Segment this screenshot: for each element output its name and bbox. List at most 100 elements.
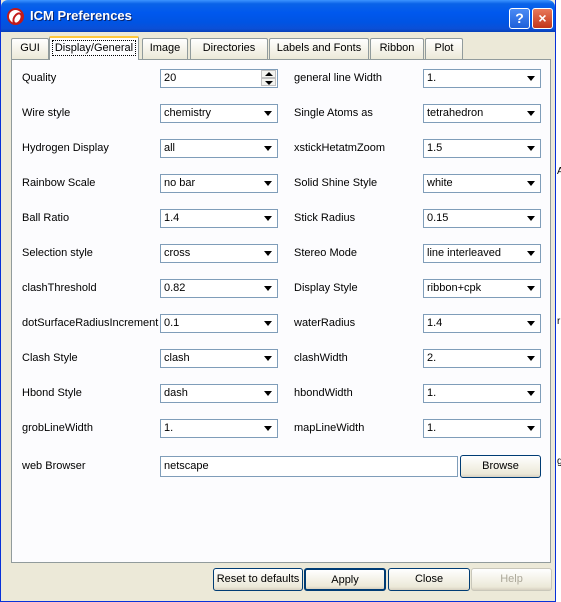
hbond-style-select[interactable]: dash	[160, 384, 278, 403]
hbond-width-value: 1.	[427, 387, 437, 399]
rainbow-scale-select[interactable]: no bar	[160, 174, 278, 193]
stick-radius-label: Stick Radius	[294, 212, 356, 224]
selection-style-value: cross	[164, 247, 191, 259]
rainbow-scale-label: Rainbow Scale	[22, 177, 96, 189]
hbond-width-select[interactable]: 1.	[423, 384, 541, 403]
clash-threshold-label: clashThreshold	[22, 282, 97, 294]
tab-label: Plot	[434, 42, 454, 54]
xstick-hetatm-zoom-select[interactable]: 1.5	[423, 139, 541, 158]
general-line-width-value: 1.	[427, 72, 437, 84]
tab-plot[interactable]: Plot	[425, 38, 463, 59]
ball-ratio-select[interactable]: 1.4	[160, 209, 278, 228]
single-atoms-select[interactable]: tetrahedron	[423, 104, 541, 123]
quality-spinner[interactable]: 20	[160, 69, 278, 88]
map-line-width-select[interactable]: 1.	[423, 419, 541, 438]
clash-threshold-value: 0.82	[164, 282, 186, 294]
dropdown-arrow-icon[interactable]	[261, 421, 276, 436]
clash-width-select[interactable]: 2.	[423, 349, 541, 368]
clash-width-label: clashWidth	[294, 352, 348, 364]
selection-style-select[interactable]: cross	[160, 244, 278, 263]
display-style-select[interactable]: ribbon+cpk	[423, 279, 541, 298]
close-button[interactable]: Close	[388, 568, 470, 591]
ball-ratio-value: 1.4	[164, 212, 180, 224]
hbond-width-label: hbondWidth	[294, 387, 353, 399]
dropdown-arrow-icon[interactable]	[524, 141, 539, 156]
display-style-value: ribbon+cpk	[427, 282, 482, 294]
stick-radius-select[interactable]: 0.15	[423, 209, 541, 228]
wire-style-select[interactable]: chemistry	[160, 104, 278, 123]
dropdown-arrow-icon[interactable]	[524, 246, 539, 261]
general-line-width-label: general line Width	[294, 72, 383, 84]
hydrogen-display-label: Hydrogen Display	[22, 142, 109, 154]
tab-label: GUI	[20, 42, 40, 54]
water-radius-select[interactable]: 1.4	[423, 314, 541, 333]
map-line-width-value: 1.	[427, 422, 437, 434]
stereo-mode-label: Stereo Mode	[294, 247, 357, 259]
hydrogen-display-select[interactable]: all	[160, 139, 278, 158]
tab-display-general[interactable]: Display/General	[49, 36, 139, 60]
dropdown-arrow-icon[interactable]	[261, 246, 276, 261]
dropdown-arrow-icon[interactable]	[261, 386, 276, 401]
xstick-hetatm-zoom-label: xstickHetatmZoom	[294, 142, 386, 154]
help-icon[interactable]: ?	[509, 8, 530, 29]
ball-ratio-label: Ball Ratio	[22, 212, 70, 224]
dropdown-arrow-icon[interactable]	[524, 211, 539, 226]
rainbow-scale-value: no bar	[164, 177, 196, 189]
tab-label: Image	[149, 42, 181, 54]
display-style-label: Display Style	[294, 282, 358, 294]
dropdown-arrow-icon[interactable]	[524, 386, 539, 401]
quality-label: Quality	[22, 72, 57, 84]
dropdown-arrow-icon[interactable]	[261, 211, 276, 226]
water-radius-value: 1.4	[427, 317, 443, 329]
tab-label: Display/General	[51, 40, 137, 56]
solid-shine-style-select[interactable]: white	[423, 174, 541, 193]
xstick-hetatm-zoom-value: 1.5	[427, 142, 443, 154]
spinner-down-icon[interactable]	[261, 78, 276, 86]
dropdown-arrow-icon[interactable]	[524, 176, 539, 191]
dropdown-arrow-icon[interactable]	[261, 316, 276, 331]
dropdown-arrow-icon[interactable]	[524, 71, 539, 86]
edge-mark: g	[557, 456, 561, 467]
tab-gui[interactable]: GUI	[11, 38, 49, 59]
grob-line-width-value: 1.	[164, 422, 174, 434]
clash-style-label: Clash Style	[22, 352, 78, 364]
web-browser-input[interactable]: netscape	[160, 456, 458, 477]
general-line-width-select[interactable]: 1.	[423, 69, 541, 88]
dot-surface-radius-increment-select[interactable]: 0.1	[160, 314, 278, 333]
tab-labels-and-fonts[interactable]: Labels and Fonts	[269, 38, 369, 59]
spinner-up-icon[interactable]	[261, 70, 276, 78]
stereo-mode-select[interactable]: line interleaved	[423, 244, 541, 263]
wire-style-value: chemistry	[164, 107, 212, 119]
close-icon[interactable]: ×	[532, 8, 553, 29]
tab-ribbon[interactable]: Ribbon	[370, 38, 424, 59]
dropdown-arrow-icon[interactable]	[261, 176, 276, 191]
apply-button[interactable]: Apply	[304, 568, 386, 591]
dropdown-arrow-icon[interactable]	[261, 141, 276, 156]
browse-button[interactable]: Browse	[460, 455, 541, 478]
solid-shine-style-value: white	[427, 177, 453, 189]
dropdown-arrow-icon[interactable]	[524, 351, 539, 366]
dropdown-arrow-icon[interactable]	[524, 421, 539, 436]
dropdown-arrow-icon[interactable]	[524, 106, 539, 121]
clash-style-select[interactable]: clash	[160, 349, 278, 368]
tab-strip: GUI Display/General Image Directories La…	[11, 36, 551, 60]
grob-line-width-select[interactable]: 1.	[160, 419, 278, 438]
quality-value: 20	[164, 72, 177, 84]
clash-threshold-select[interactable]: 0.82	[160, 279, 278, 298]
title-bar[interactable]: ICM Preferences ? ×	[1, 0, 555, 32]
dropdown-arrow-icon[interactable]	[261, 351, 276, 366]
selection-style-label: Selection style	[22, 247, 93, 259]
reset-to-defaults-button[interactable]: Reset to defaults	[213, 568, 303, 591]
display-general-panel: Quality 20 general line Width 1. Wire st…	[11, 59, 551, 563]
preferences-window: ICM Preferences ? × GUI Display/General …	[0, 0, 556, 602]
dropdown-arrow-icon[interactable]	[261, 281, 276, 296]
hbond-style-label: Hbond Style	[22, 387, 82, 399]
dropdown-arrow-icon[interactable]	[261, 106, 276, 121]
tab-image[interactable]: Image	[142, 38, 188, 59]
dot-surface-radius-increment-label: dotSurfaceRadiusIncrement	[22, 317, 159, 329]
dropdown-arrow-icon[interactable]	[524, 316, 539, 331]
map-line-width-label: mapLineWidth	[294, 422, 365, 434]
water-radius-label: waterRadius	[294, 317, 356, 329]
dropdown-arrow-icon[interactable]	[524, 281, 539, 296]
tab-directories[interactable]: Directories	[190, 38, 268, 59]
